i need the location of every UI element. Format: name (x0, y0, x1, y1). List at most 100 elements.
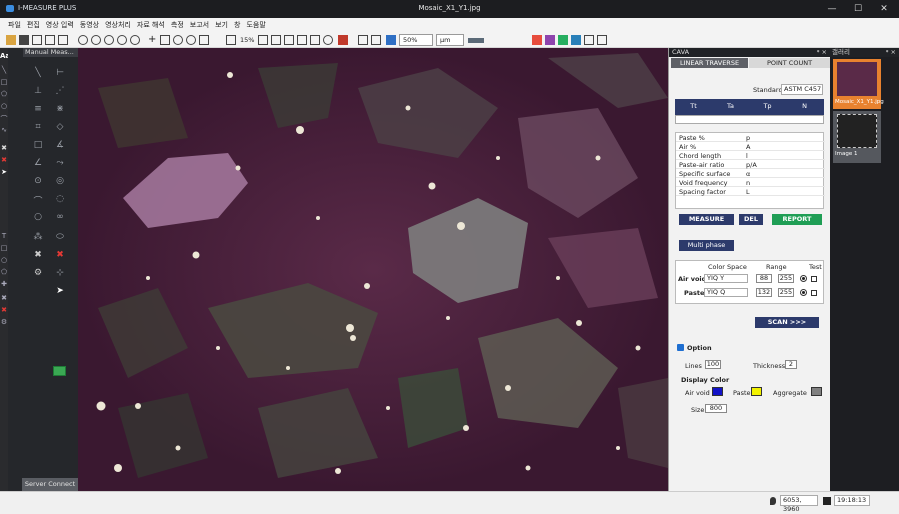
two-circle-icon[interactable]: ∞ (52, 212, 68, 222)
standard-select[interactable]: ASTM C457 (781, 84, 823, 95)
crop-icon[interactable]: ⌗ (30, 122, 46, 132)
capture-icon[interactable] (186, 35, 196, 45)
unit-select[interactable]: µm (436, 34, 464, 46)
measure-button[interactable]: MEASURE (679, 214, 734, 225)
multi-line-icon[interactable]: ⋰ (52, 86, 68, 96)
remove-icon[interactable]: ✖ (0, 294, 8, 302)
save-icon[interactable] (19, 35, 29, 45)
air-void-range-max[interactable]: 255 (778, 274, 794, 283)
menu-image-input[interactable]: 영상 입력 (46, 20, 74, 30)
table-icon[interactable] (371, 35, 381, 45)
oval-icon[interactable]: ⬭ (52, 232, 68, 242)
print-icon[interactable] (32, 35, 42, 45)
paste-test-checkbox[interactable] (811, 290, 817, 296)
snapshot-icon[interactable] (104, 35, 114, 45)
air-void-color-swatch[interactable] (712, 387, 723, 396)
annotate-text-icon[interactable]: T (0, 232, 8, 240)
settings-icon[interactable] (117, 35, 127, 45)
monitor-icon[interactable] (199, 35, 209, 45)
aggregate-color-swatch[interactable] (811, 387, 822, 396)
angle-icon[interactable]: ∡ (52, 140, 68, 150)
menu-video[interactable]: 동영상 (80, 20, 99, 30)
copy-icon[interactable] (45, 35, 55, 45)
paste-range-max[interactable]: 255 (778, 288, 794, 297)
paste-range-min[interactable]: 132 (756, 288, 772, 297)
spreadsheet-icon[interactable] (53, 366, 66, 376)
text-tool-icon[interactable]: Aa (0, 52, 10, 60)
fit-window-icon[interactable] (271, 35, 281, 45)
zoom-out-icon[interactable] (226, 35, 236, 45)
panel-pin-close-icon[interactable]: ᵠ × (817, 48, 827, 57)
paste-icon[interactable] (58, 35, 68, 45)
size-input[interactable]: 800 (705, 404, 727, 413)
minimize-button[interactable]: — (820, 2, 844, 16)
report-button[interactable]: REPORT (772, 214, 822, 225)
ruler-icon[interactable] (468, 38, 484, 43)
clear-measure-icon[interactable]: ✖ (30, 250, 46, 260)
menu-report[interactable]: 보고서 (190, 20, 209, 30)
box-icon[interactable]: □ (0, 244, 8, 252)
menu-help[interactable]: 도움말 (246, 20, 265, 30)
cross-point-icon[interactable]: ⊹ (52, 268, 68, 278)
menu-data-analysis[interactable]: 자료 해석 (137, 20, 165, 30)
arc-measure-icon[interactable]: ⌒ (30, 194, 46, 207)
frame-icon[interactable] (160, 35, 170, 45)
remove-red-icon[interactable]: ✖ (0, 306, 8, 314)
polygon-icon[interactable]: ⬠ (0, 268, 8, 276)
rounded-shape-icon[interactable]: ◇ (52, 122, 68, 132)
lines-input[interactable]: 100 (705, 360, 721, 369)
air-void-test-checkbox[interactable] (811, 276, 817, 282)
export-icon[interactable] (584, 35, 594, 45)
edit-icon[interactable] (597, 35, 607, 45)
paste-color-space-select[interactable]: YIQ Q (704, 288, 748, 297)
zoom-in-icon[interactable] (258, 35, 268, 45)
image-canvas[interactable] (78, 48, 668, 491)
scale-bar-icon[interactable] (386, 35, 396, 45)
menu-measure[interactable]: 측정 (171, 20, 184, 30)
menu-image-processing[interactable]: 영상처리 (105, 20, 131, 30)
perpendicular-icon[interactable]: ⊥ (30, 86, 46, 96)
scan-button[interactable]: SCAN >>> (755, 317, 819, 328)
highlight-icon[interactable] (338, 35, 348, 45)
circle-measure-icon[interactable]: ⊙ (30, 176, 46, 186)
del-button[interactable]: DEL (739, 214, 763, 225)
play-icon[interactable] (545, 35, 555, 45)
paste-color-swatch[interactable] (751, 387, 762, 396)
horizontal-measure-icon[interactable]: ⊢ (52, 68, 68, 78)
actual-size-icon[interactable] (284, 35, 294, 45)
color-palette-icon[interactable] (532, 35, 542, 45)
crosshair-icon[interactable]: + (148, 35, 156, 45)
clear-icon[interactable]: ✖ (0, 144, 8, 152)
menu-edit[interactable]: 편집 (27, 20, 40, 30)
circle-icon[interactable]: ○ (0, 256, 8, 264)
gear-icon[interactable]: ⚙ (0, 318, 8, 326)
parallel-icon[interactable]: ≡ (30, 104, 46, 114)
maximize-button[interactable]: ☐ (846, 2, 870, 16)
target-icon[interactable] (173, 35, 183, 45)
line-tool-icon[interactable]: ╲ (0, 66, 8, 74)
zoom-window-icon[interactable] (310, 35, 320, 45)
point-circle-icon[interactable]: ○ (30, 212, 46, 222)
gallery-item[interactable]: Image 1 (833, 111, 881, 163)
camera-icon[interactable] (78, 35, 88, 45)
close-button[interactable]: ✕ (872, 2, 896, 16)
tab-linear-traverse[interactable]: LINEAR TRAVERSE (671, 58, 748, 68)
pointer-icon[interactable]: ➤ (52, 286, 68, 296)
arc-center-icon[interactable]: ◌ (52, 194, 68, 204)
ellipse-tool-icon[interactable]: ○ (0, 102, 8, 110)
menu-file[interactable]: 파일 (8, 20, 21, 30)
multi-phase-button[interactable]: Multi phase (679, 240, 734, 251)
menu-window[interactable]: 창 (234, 20, 240, 30)
spread-icon[interactable]: ⋇ (52, 104, 68, 114)
point-cloud-icon[interactable]: ⁂ (30, 232, 46, 242)
line-measure-icon[interactable]: ╲ (30, 68, 46, 78)
polygon-tool-icon[interactable]: ⬠ (0, 90, 8, 98)
menu-view[interactable]: 보기 (215, 20, 228, 30)
tab-point-count[interactable]: POINT COUNT (749, 58, 830, 68)
grid-icon[interactable] (358, 35, 368, 45)
paste-test-radio[interactable] (800, 289, 807, 296)
option-checkbox[interactable] (677, 344, 684, 351)
open-folder-icon[interactable] (6, 35, 16, 45)
gallery-item-selected[interactable]: Mosaic_X1_Y1.jpg (833, 59, 884, 109)
server-connect-button[interactable]: Server Connect (22, 478, 78, 491)
